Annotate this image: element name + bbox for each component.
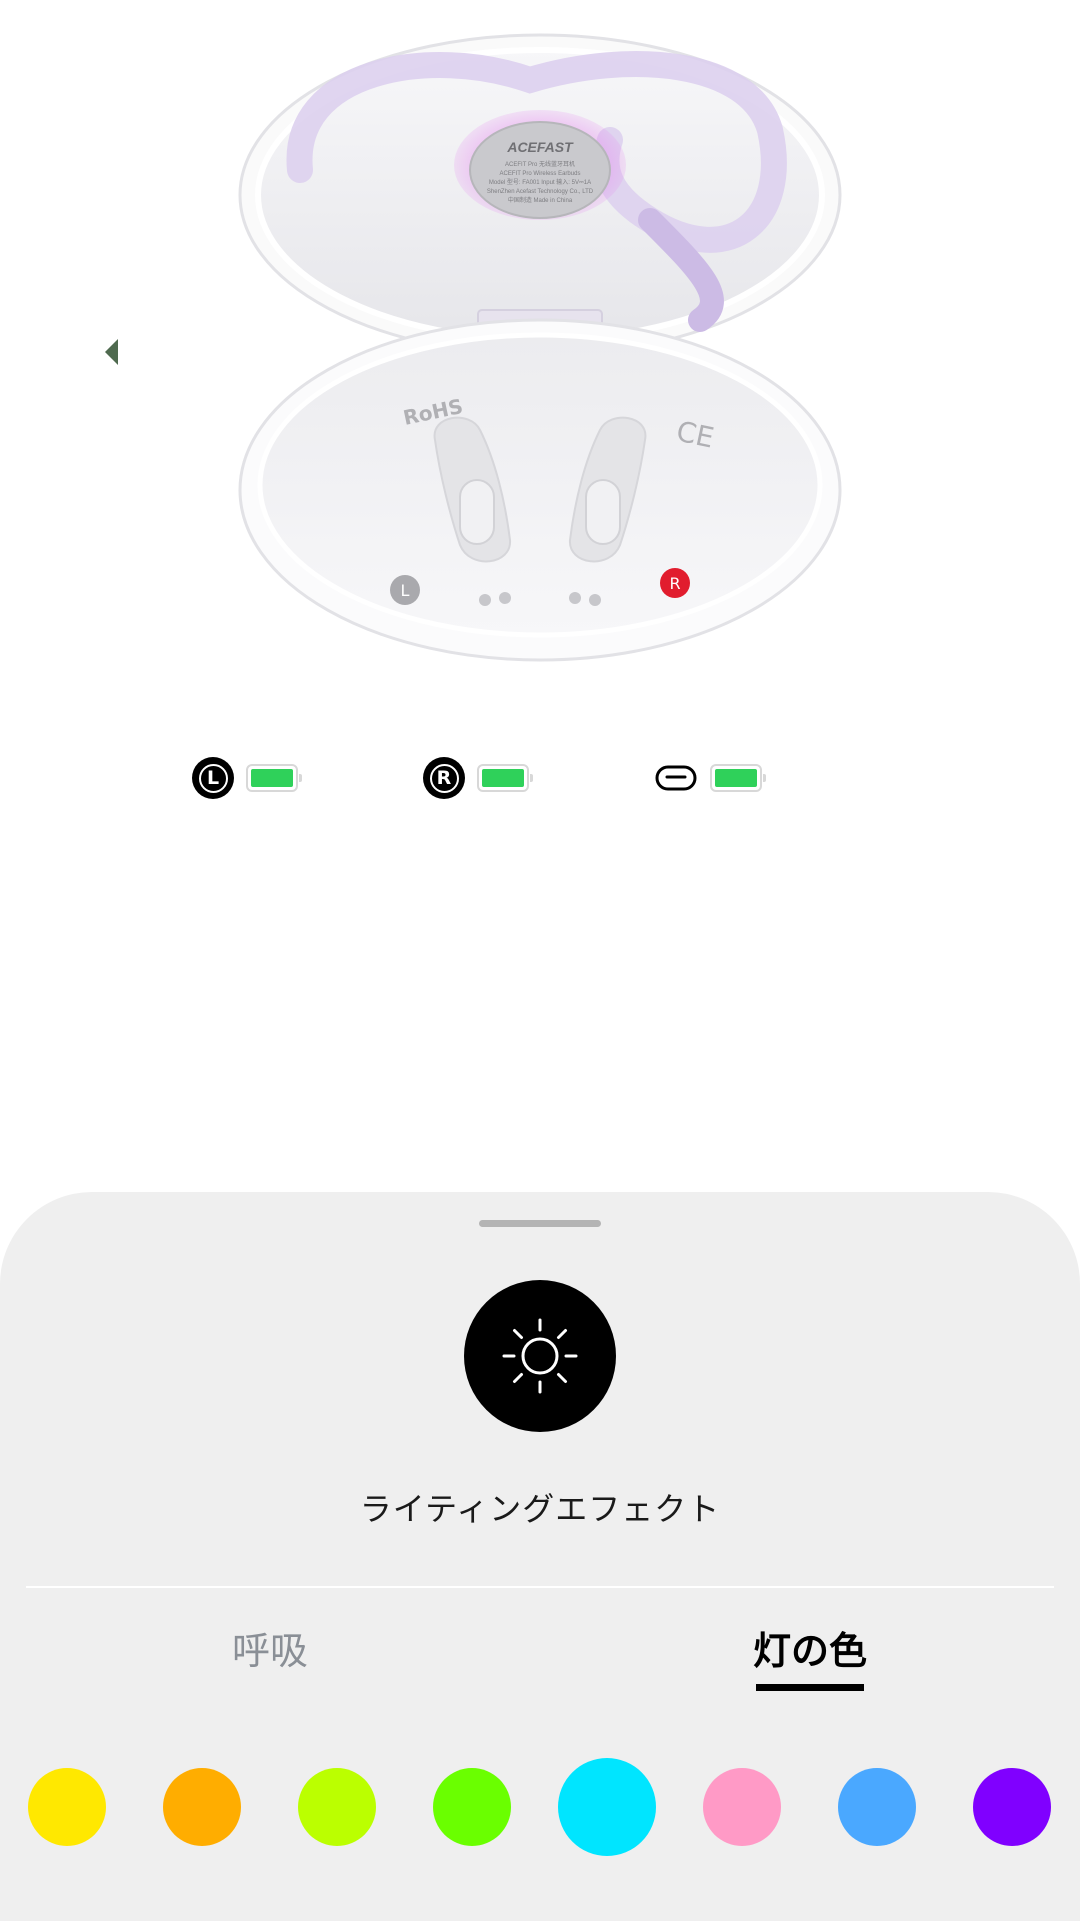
right-earbud-battery: R (423, 754, 533, 802)
color-swatch-row (0, 1752, 1080, 1862)
color-swatch-2[interactable] (163, 1768, 241, 1846)
chevron-left-icon (105, 339, 118, 365)
case-battery (654, 754, 766, 802)
right-earbud-badge: R (423, 757, 465, 799)
active-tab-indicator (756, 1684, 864, 1691)
case-brand-text: ACEFAST (506, 139, 574, 155)
case-right-marker: R (669, 574, 680, 593)
color-swatch-4[interactable] (433, 1768, 511, 1846)
back-button[interactable] (92, 330, 132, 374)
lighting-effect-label: ライティングエフェクト (359, 1490, 721, 1528)
svg-text:中国制造 Made in China: 中国制造 Made in China (508, 196, 573, 204)
sun-icon (502, 1318, 578, 1394)
case-left-marker: L (401, 581, 410, 600)
left-battery-icon (246, 764, 302, 792)
color-swatch-7[interactable] (838, 1768, 916, 1846)
svg-text:ShenZhen Acefast Technology Co: ShenZhen Acefast Technology Co., LTD (487, 189, 594, 195)
earbuds-case-image: ACEFAST ACEFIT Pro 无线蓝牙耳机 ACEFIT Pro Wir… (230, 20, 850, 680)
tab-light-color[interactable]: 灯の色 (730, 1612, 890, 1682)
tab-breathing[interactable]: 呼吸 (190, 1612, 350, 1682)
sheet-grabber[interactable] (479, 1220, 601, 1227)
case-battery-icon (710, 764, 766, 792)
sheet-divider (26, 1586, 1054, 1588)
case-battery-fill (715, 769, 757, 787)
svg-text:ACEFIT Pro 无线蓝牙耳机: ACEFIT Pro 无线蓝牙耳机 (505, 160, 575, 168)
right-battery-fill (482, 769, 524, 787)
battery-status-row: L R (0, 754, 1080, 802)
svg-text:Model 型号: FA001 Input 输入: 5V⎓1: Model 型号: FA001 Input 输入: 5V⎓1A (489, 178, 591, 186)
color-swatch-6[interactable] (703, 1768, 781, 1846)
color-swatch-8[interactable] (973, 1768, 1051, 1846)
lighting-bottom-sheet: ライティングエフェクト 呼吸 灯の色 (0, 1192, 1080, 1921)
left-earbud-badge: L (192, 757, 234, 799)
left-earbud-battery: L (192, 754, 302, 802)
right-battery-icon (477, 764, 533, 792)
color-swatch-3[interactable] (298, 1768, 376, 1846)
lighting-effect-button[interactable] (464, 1280, 616, 1432)
color-swatch-5[interactable] (558, 1758, 656, 1856)
left-battery-fill (251, 769, 293, 787)
color-swatch-1[interactable] (28, 1768, 106, 1846)
case-icon (654, 763, 698, 793)
svg-text:ACEFIT Pro Wireless Earbuds: ACEFIT Pro Wireless Earbuds (500, 171, 581, 177)
